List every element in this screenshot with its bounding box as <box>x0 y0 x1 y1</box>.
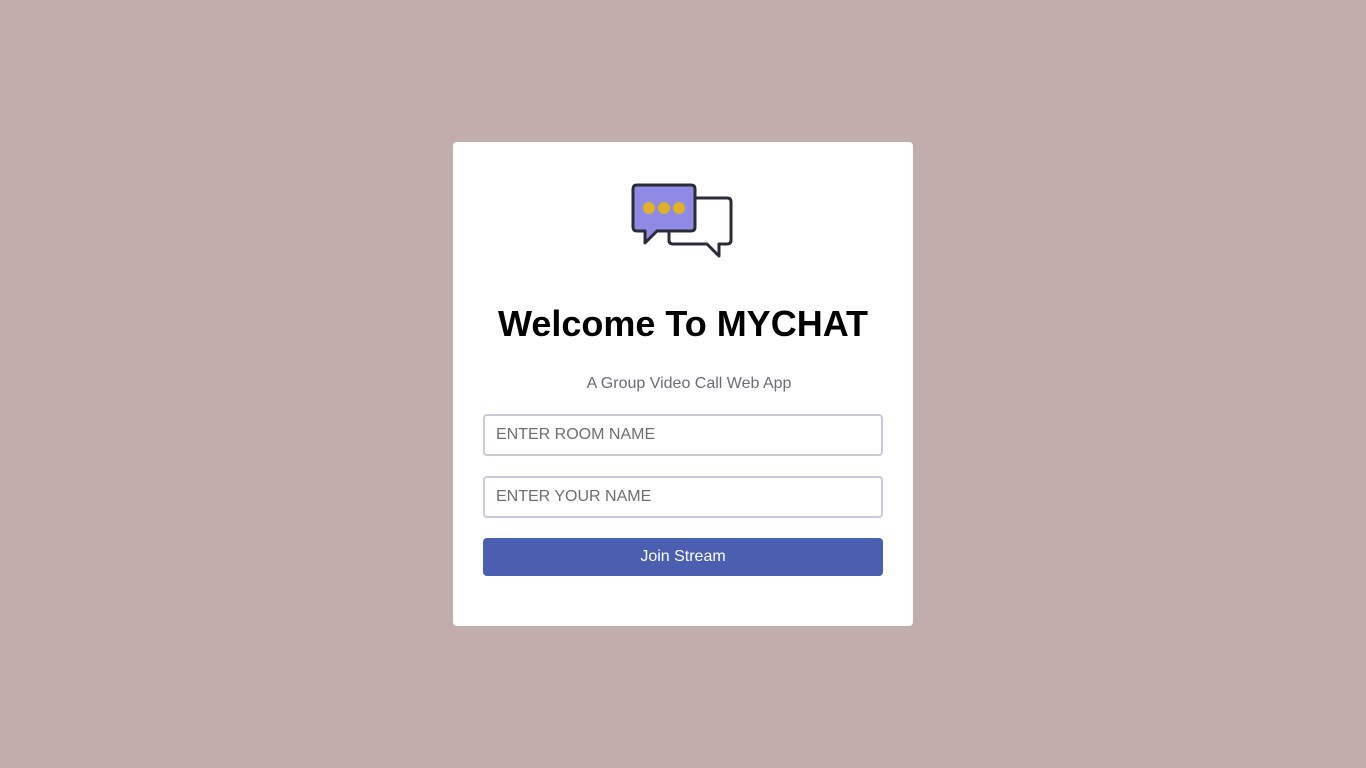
join-stream-button[interactable]: Join Stream <box>483 538 883 576</box>
page-title: Welcome To MYCHAT <box>497 303 869 344</box>
page-subtitle: A Group Video Call Web App <box>586 375 792 392</box>
user-name-input[interactable] <box>483 476 883 518</box>
chat-bubbles-icon <box>631 183 733 258</box>
room-name-input[interactable] <box>483 414 883 456</box>
welcome-card: Welcome To MYCHAT A Group Video Call Web… <box>453 142 913 626</box>
